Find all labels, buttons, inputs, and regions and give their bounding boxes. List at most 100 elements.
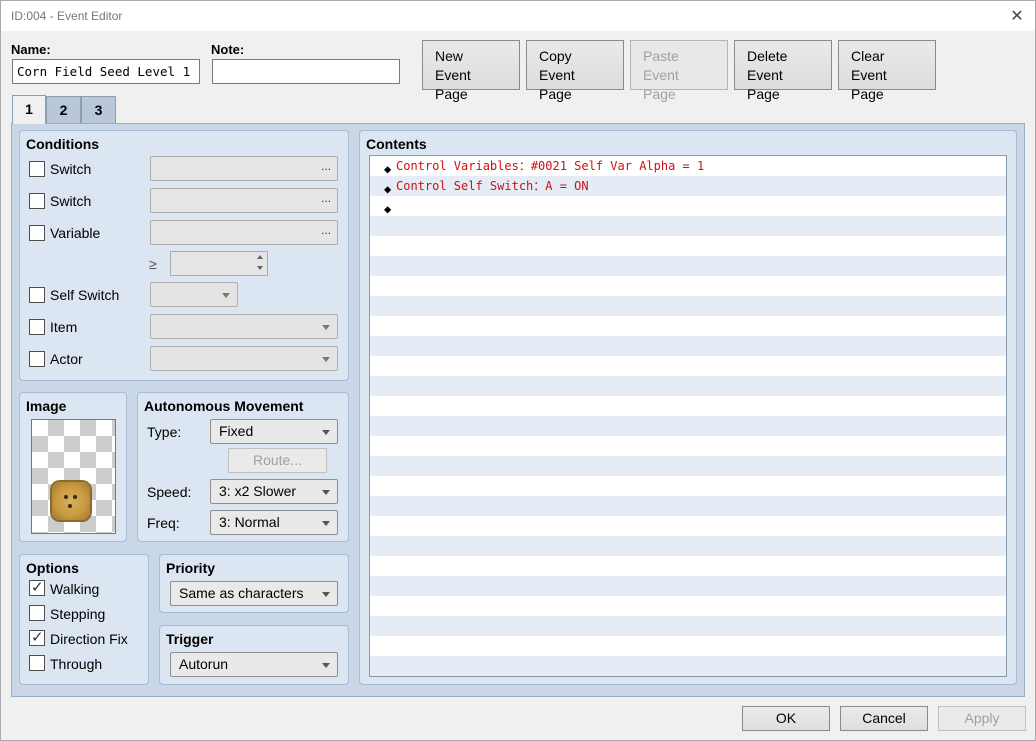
empty-row[interactable] [370, 396, 1006, 416]
walking-checkbox[interactable] [29, 578, 45, 596]
empty-row[interactable] [370, 636, 1006, 656]
empty-row[interactable] [370, 496, 1006, 516]
variable-value-spinner[interactable] [170, 251, 268, 276]
through-checkbox[interactable] [29, 655, 45, 671]
event-command-list[interactable]: ◆ Control Variables：#0021 Self Var Alpha … [369, 155, 1007, 677]
contents-title: Contents [366, 136, 427, 152]
movement-speed-label: Speed: [147, 484, 192, 500]
switch1-field[interactable]: ... [150, 156, 338, 181]
chevron-down-icon [322, 490, 330, 495]
item-checkbox[interactable] [29, 319, 45, 335]
empty-row[interactable] [370, 296, 1006, 316]
note-field[interactable] [212, 59, 400, 84]
new-event-page-button[interactable]: New Event Page [422, 40, 520, 102]
autonomous-movement-title: Autonomous Movement [144, 398, 304, 414]
copy-event-page-button[interactable]: Copy Event Page [526, 40, 624, 102]
apply-button[interactable]: Apply [938, 706, 1026, 731]
direction-fix-label: Direction Fix [50, 631, 128, 647]
self-switch-label: Self Switch [50, 287, 120, 303]
route-button[interactable]: Route... [228, 448, 327, 473]
switch2-label: Switch [50, 193, 92, 209]
command-row[interactable]: ◆ [370, 196, 1006, 216]
actor-checkbox[interactable] [29, 351, 45, 367]
chevron-down-icon [322, 325, 330, 330]
item-dropdown[interactable] [150, 314, 338, 339]
actor-label: Actor [50, 351, 83, 367]
variable-label: Variable [50, 225, 101, 241]
empty-row[interactable] [370, 456, 1006, 476]
self-switch-dropdown[interactable] [150, 282, 238, 307]
chevron-down-icon [222, 293, 230, 298]
empty-row[interactable] [370, 556, 1006, 576]
stepping-label: Stepping [50, 606, 106, 622]
cancel-button[interactable]: Cancel [840, 706, 928, 731]
empty-row[interactable] [370, 256, 1006, 276]
movement-speed-value: 3: x2 Slower [219, 483, 297, 499]
variable-field[interactable]: ... [150, 220, 338, 245]
empty-row[interactable] [370, 576, 1006, 596]
actor-dropdown[interactable] [150, 346, 338, 371]
delete-event-page-button[interactable]: Delete Event Page [734, 40, 832, 102]
note-label: Note: [211, 42, 245, 57]
tab-page-2[interactable]: 2 [46, 96, 81, 123]
name-label: Name: [11, 42, 51, 57]
empty-row[interactable] [370, 616, 1006, 636]
command-row[interactable]: ◆ Control Variables：#0021 Self Var Alpha … [370, 156, 1006, 176]
window-title: ID:004 - Event Editor [11, 9, 123, 23]
spin-down-icon[interactable] [257, 266, 263, 270]
image-title: Image [26, 398, 67, 414]
empty-row[interactable] [370, 356, 1006, 376]
movement-speed-dropdown[interactable]: 3: x2 Slower [210, 479, 338, 504]
switch2-checkbox[interactable] [29, 193, 45, 209]
paste-event-page-button[interactable]: Paste Event Page [630, 40, 728, 102]
trigger-dropdown[interactable]: Autorun [170, 652, 338, 677]
movement-freq-dropdown[interactable]: 3: Normal [210, 510, 338, 535]
event-editor-window: ID:004 - Event Editor ✕ Name: Corn Field… [0, 0, 1036, 741]
movement-type-value: Fixed [219, 423, 254, 439]
name-field[interactable]: Corn Field Seed Level 1 [12, 59, 200, 84]
ok-button[interactable]: OK [742, 706, 830, 731]
direction-fix-checkbox[interactable] [29, 628, 45, 646]
close-icon[interactable]: ✕ [1007, 6, 1027, 26]
item-label: Item [50, 319, 78, 335]
empty-row[interactable] [370, 436, 1006, 456]
variable-checkbox[interactable] [29, 225, 45, 241]
trigger-title: Trigger [166, 631, 214, 647]
empty-row[interactable] [370, 516, 1006, 536]
greater-equal-symbol: ≥ [149, 256, 157, 272]
switch1-label: Switch [50, 161, 92, 177]
command-row[interactable]: ◆ Control Self Switch：A = ON [370, 176, 1006, 196]
corn-seed-sprite [52, 482, 90, 520]
empty-row[interactable] [370, 536, 1006, 556]
switch2-field[interactable]: ... [150, 188, 338, 213]
clear-event-page-button[interactable]: Clear Event Page [838, 40, 936, 102]
movement-type-label: Type: [147, 424, 182, 440]
chevron-down-icon [322, 592, 330, 597]
conditions-title: Conditions [26, 136, 100, 152]
trigger-value: Autorun [179, 656, 229, 672]
empty-row[interactable] [370, 216, 1006, 236]
self-switch-checkbox[interactable] [29, 287, 45, 303]
tab-page-1[interactable]: 1 [12, 95, 46, 124]
empty-row[interactable] [370, 316, 1006, 336]
empty-row[interactable] [370, 236, 1006, 256]
priority-title: Priority [166, 560, 216, 576]
empty-row[interactable] [370, 276, 1006, 296]
title-bar: ID:004 - Event Editor ✕ [1, 1, 1035, 31]
movement-freq-label: Freq: [147, 515, 180, 531]
tab-page-3[interactable]: 3 [81, 96, 116, 123]
empty-row[interactable] [370, 376, 1006, 396]
stepping-checkbox[interactable] [29, 605, 45, 621]
empty-row[interactable] [370, 416, 1006, 436]
movement-type-dropdown[interactable]: Fixed [210, 419, 338, 444]
spin-up-icon[interactable] [257, 255, 263, 259]
empty-row[interactable] [370, 336, 1006, 356]
priority-dropdown[interactable]: Same as characters [170, 581, 338, 606]
switch1-checkbox[interactable] [29, 161, 45, 177]
event-image-preview[interactable] [31, 419, 116, 534]
empty-row[interactable] [370, 596, 1006, 616]
empty-row[interactable] [370, 656, 1006, 676]
through-label: Through [50, 656, 103, 672]
empty-row[interactable] [370, 476, 1006, 496]
chevron-down-icon [322, 430, 330, 435]
